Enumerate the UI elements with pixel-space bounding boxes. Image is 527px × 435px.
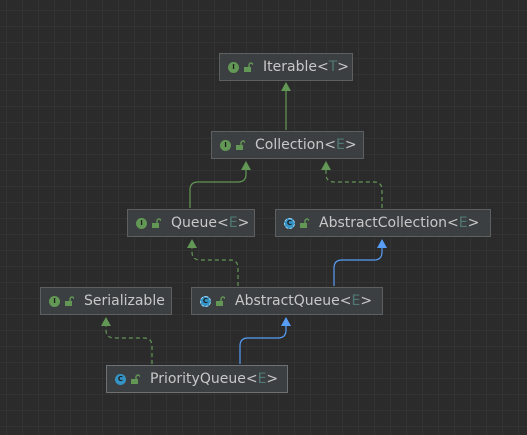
- edge-abstractqueue-to-queue: [187, 239, 239, 286]
- type-parameter: E: [257, 371, 267, 387]
- node-serializable[interactable]: I Serializable: [40, 287, 172, 315]
- abstract-class-icon: C: [200, 295, 211, 307]
- node-label: Iterable<T>: [263, 59, 349, 75]
- node-abstractcollection[interactable]: C AbstractCollection<E>: [275, 209, 491, 237]
- unlocked-icon: [131, 374, 140, 384]
- unlocked-icon: [236, 140, 245, 150]
- node-label: Queue<E>: [171, 215, 250, 231]
- unlocked-icon: [152, 218, 161, 228]
- node-label: Serializable: [84, 293, 165, 309]
- node-abstractqueue[interactable]: C AbstractQueue<E>: [191, 287, 383, 315]
- node-collection[interactable]: I Collection<E>: [211, 131, 364, 159]
- type-parameter: E: [351, 293, 361, 309]
- node-priorityqueue[interactable]: C PriorityQueue<E>: [106, 365, 288, 393]
- node-label: PriorityQueue<E>: [150, 371, 279, 387]
- node-label: Collection<E>: [255, 137, 357, 153]
- edge-priorityqueue-to-serializable: [101, 317, 153, 364]
- unlocked-icon: [216, 296, 225, 306]
- edge-abstractqueue-to-abstractcollection: [333, 239, 387, 286]
- type-parameter: E: [228, 215, 238, 231]
- unlocked-icon: [300, 218, 309, 228]
- unlocked-icon: [244, 62, 253, 72]
- edge-abstractcollection-to-collection: [321, 161, 383, 208]
- class-icon: C: [115, 373, 126, 385]
- type-parameter: E: [335, 137, 345, 153]
- node-queue[interactable]: I Queue<E>: [127, 209, 255, 237]
- uml-class-diagram: I Iterable<T> I Collection<E> I Queue<E>…: [0, 0, 527, 435]
- interface-icon: I: [220, 139, 231, 151]
- interface-icon: I: [136, 217, 147, 229]
- abstract-class-icon: C: [284, 217, 295, 229]
- node-iterable[interactable]: I Iterable<T>: [219, 53, 353, 81]
- edge-priorityqueue-to-abstractqueue: [239, 317, 291, 364]
- unlocked-icon: [65, 296, 74, 306]
- type-parameter: E: [458, 215, 468, 231]
- edge-queue-to-collection: [189, 161, 251, 208]
- node-label: AbstractQueue<E>: [235, 293, 373, 309]
- interface-icon: I: [228, 61, 239, 73]
- node-label: AbstractCollection<E>: [319, 215, 480, 231]
- type-parameter: T: [328, 59, 338, 75]
- interface-icon: I: [49, 295, 60, 307]
